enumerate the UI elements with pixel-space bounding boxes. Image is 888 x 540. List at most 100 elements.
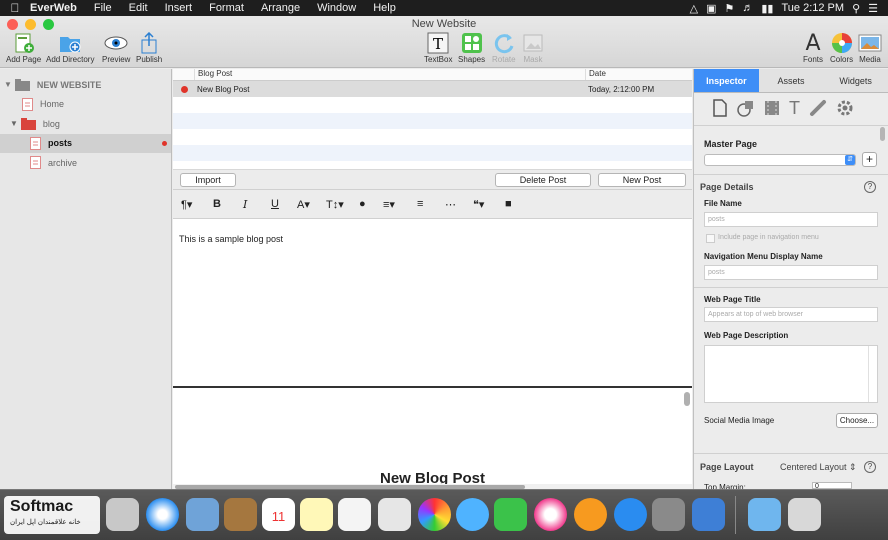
flag-icon[interactable]: ⚑ bbox=[725, 2, 735, 15]
include-nav-checkbox[interactable] bbox=[706, 234, 715, 243]
preview-button[interactable]: Preview bbox=[102, 31, 130, 64]
notes-icon[interactable] bbox=[300, 498, 333, 531]
messages-icon[interactable] bbox=[456, 498, 489, 531]
launchpad-icon[interactable] bbox=[106, 498, 139, 531]
preview-app-icon[interactable] bbox=[378, 498, 411, 531]
help-icon[interactable]: ? bbox=[864, 181, 876, 193]
facetime-icon[interactable] bbox=[494, 498, 527, 531]
list-menu-icon[interactable]: ☰ bbox=[868, 2, 878, 15]
bullet-list-icon[interactable]: ⋯ bbox=[445, 198, 456, 211]
quote-icon[interactable]: ❝▾ bbox=[473, 198, 484, 211]
menu-format[interactable]: Format bbox=[209, 2, 244, 14]
master-page-select[interactable]: ⇵ bbox=[704, 154, 856, 166]
web-desc-field[interactable] bbox=[704, 345, 878, 403]
desc-scrollbar[interactable] bbox=[868, 346, 877, 402]
mail-icon[interactable] bbox=[186, 498, 219, 531]
disclosure-triangle-icon[interactable]: ▼ bbox=[10, 119, 18, 128]
column-blog-post[interactable]: Blog Post bbox=[195, 69, 585, 80]
media-button[interactable]: Media bbox=[858, 31, 882, 64]
contacts-icon[interactable] bbox=[224, 498, 257, 531]
publish-button[interactable]: Publish bbox=[136, 31, 162, 64]
downloads-folder-icon[interactable] bbox=[748, 498, 781, 531]
underline-icon[interactable]: U bbox=[271, 198, 279, 210]
menu-edit[interactable]: Edit bbox=[129, 2, 148, 14]
post-text-editor[interactable]: This is a sample blog post bbox=[173, 220, 692, 386]
airplay-icon[interactable]: △ bbox=[690, 2, 698, 15]
gear-icon[interactable] bbox=[836, 99, 854, 117]
new-post-button[interactable]: New Post bbox=[598, 173, 686, 187]
text-inspector-icon[interactable]: T bbox=[789, 98, 800, 119]
menu-window[interactable]: Window bbox=[317, 2, 356, 14]
disclosure-triangle-icon[interactable]: ▼ bbox=[4, 80, 12, 89]
preview-scrollbar[interactable] bbox=[684, 392, 690, 406]
import-button[interactable]: Import bbox=[180, 173, 236, 187]
apple-menu-icon[interactable]:  bbox=[0, 1, 30, 15]
top-margin-field[interactable]: 0 bbox=[812, 482, 852, 489]
shapes-button[interactable]: Shapes bbox=[458, 31, 485, 64]
sidebar-item-posts[interactable]: posts bbox=[0, 133, 171, 153]
rotate-icon bbox=[494, 34, 514, 54]
mask-button[interactable]: Mask bbox=[522, 31, 544, 64]
sidebar-item-blog[interactable]: ▼ blog bbox=[0, 114, 171, 134]
menu-file[interactable]: File bbox=[94, 2, 112, 14]
font-size-icon[interactable]: A▾ bbox=[297, 198, 310, 211]
tab-inspector[interactable]: Inspector bbox=[694, 69, 759, 93]
photos-icon[interactable] bbox=[418, 498, 451, 531]
everweb-icon[interactable] bbox=[692, 498, 725, 531]
menu-insert[interactable]: Insert bbox=[165, 2, 193, 14]
volume-icon[interactable]: ♬ bbox=[742, 2, 753, 14]
menu-app-name[interactable]: EverWeb bbox=[30, 2, 77, 14]
add-directory-button[interactable]: Add Directory bbox=[46, 31, 94, 64]
textbox-button[interactable]: T TextBox bbox=[424, 31, 452, 64]
fonts-button[interactable]: A Fonts bbox=[803, 31, 823, 65]
reminders-icon[interactable] bbox=[338, 498, 371, 531]
table-row[interactable]: New Blog Post Today, 2:12:00 PM bbox=[173, 81, 692, 97]
inspector-scrollbar[interactable] bbox=[880, 127, 885, 141]
itunes-icon[interactable] bbox=[534, 498, 567, 531]
battery-icon[interactable]: ▮▮ bbox=[761, 2, 773, 15]
link-inspector-icon[interactable] bbox=[809, 99, 827, 117]
clock[interactable]: Tue 2:12 PM bbox=[781, 2, 844, 14]
spotlight-icon[interactable]: ⚲ bbox=[852, 2, 860, 15]
layout-select[interactable]: Centered Layout ⇕ bbox=[780, 462, 857, 473]
sidebar-item-home[interactable]: Home bbox=[0, 95, 171, 115]
trash-icon[interactable] bbox=[788, 498, 821, 531]
bold-icon[interactable]: B bbox=[213, 198, 221, 210]
nav-name-label: Navigation Menu Display Name bbox=[704, 252, 823, 261]
menu-help[interactable]: Help bbox=[373, 2, 396, 14]
video-icon[interactable]: ■ bbox=[505, 198, 512, 210]
colors-button[interactable]: Colors bbox=[830, 31, 853, 64]
web-title-field[interactable]: Appears at top of web browser bbox=[704, 307, 878, 322]
add-master-page-button[interactable]: + bbox=[862, 152, 877, 167]
inspector-panel: Inspector Assets Widgets T Master Page ⇵… bbox=[693, 69, 888, 492]
numbered-list-icon[interactable]: ≡ bbox=[417, 198, 423, 210]
select-arrows-icon: ⇵ bbox=[845, 155, 855, 165]
nav-name-field[interactable]: posts bbox=[704, 265, 878, 280]
column-date[interactable]: Date bbox=[585, 69, 692, 80]
calendar-icon[interactable]: 11 bbox=[262, 498, 295, 531]
display-icon[interactable]: ▣ bbox=[706, 2, 716, 15]
add-page-button[interactable]: Add Page bbox=[6, 31, 41, 64]
tab-assets[interactable]: Assets bbox=[758, 69, 824, 93]
page-inspector-icon[interactable] bbox=[712, 99, 728, 117]
italic-icon[interactable]: I bbox=[243, 198, 247, 211]
file-name-field[interactable]: posts bbox=[704, 212, 878, 227]
menu-arrange[interactable]: Arrange bbox=[261, 2, 300, 14]
shape-inspector-icon[interactable] bbox=[737, 99, 755, 117]
sidebar-item-archive[interactable]: archive bbox=[0, 153, 171, 173]
film-inspector-icon[interactable] bbox=[764, 99, 780, 117]
tab-widgets[interactable]: Widgets bbox=[823, 69, 888, 93]
delete-post-button[interactable]: Delete Post bbox=[495, 173, 591, 187]
ibooks-icon[interactable] bbox=[574, 498, 607, 531]
line-spacing-icon[interactable]: T↕▾ bbox=[326, 198, 344, 211]
rotate-button[interactable]: Rotate bbox=[492, 31, 516, 64]
app-store-icon[interactable] bbox=[614, 498, 647, 531]
text-color-icon[interactable]: ● bbox=[359, 198, 366, 210]
help-icon[interactable]: ? bbox=[864, 461, 876, 473]
choose-image-button[interactable]: Choose... bbox=[836, 413, 878, 428]
paragraph-style-icon[interactable]: ¶▾ bbox=[181, 198, 192, 211]
system-preferences-icon[interactable] bbox=[652, 498, 685, 531]
safari-icon[interactable] bbox=[146, 498, 179, 531]
align-icon[interactable]: ≡▾ bbox=[383, 198, 395, 211]
site-root-item[interactable]: ▼ NEW WEBSITE bbox=[0, 75, 171, 95]
